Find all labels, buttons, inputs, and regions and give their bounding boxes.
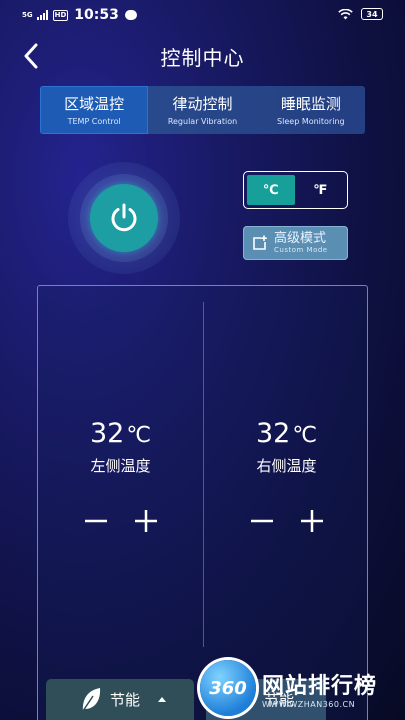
right-energy-button[interactable]: 节能	[206, 679, 326, 720]
status-time: 10:53	[74, 7, 119, 23]
right-temperature: 32℃	[204, 418, 369, 452]
right-temp-value: 32	[255, 418, 291, 449]
right-temp-unit: ℃	[292, 423, 318, 448]
left-energy-label: 节能	[110, 691, 141, 709]
wifi-icon	[338, 8, 353, 19]
custom-mode-button[interactable]: 高级模式 Custom Mode	[243, 226, 348, 260]
left-zone-label: 左侧温度	[90, 457, 151, 475]
leaf-icon	[82, 687, 101, 711]
page-title: 控制中心	[160, 46, 245, 70]
left-energy-button[interactable]: 节能	[46, 679, 194, 720]
tab-bar: 区域温控 TEMP Control 律动控制 Regular Vibration…	[40, 86, 365, 134]
left-zone: 32℃ 左侧温度	[38, 418, 203, 533]
power-icon	[111, 203, 137, 232]
left-increase-button[interactable]	[134, 509, 158, 533]
caret-up-icon	[158, 697, 167, 702]
tab-vibration[interactable]: 律动控制 Regular Vibration	[148, 86, 256, 134]
add-window-icon	[253, 235, 267, 250]
right-energy-label: 节能	[264, 691, 295, 709]
left-temp-value: 32	[89, 418, 125, 449]
right-increase-button[interactable]	[300, 509, 324, 533]
status-left: 5G HD 10:53	[22, 7, 137, 23]
status-bar: 5G HD 10:53 34	[0, 0, 405, 30]
tab-temp-control[interactable]: 区域温控 TEMP Control	[40, 86, 149, 134]
left-controls	[38, 509, 203, 533]
tab-sublabel: TEMP Control	[67, 116, 121, 126]
power-button[interactable]	[90, 184, 158, 252]
tab-label: 区域温控	[64, 94, 125, 113]
left-temperature: 32℃	[38, 418, 203, 452]
tab-sleep-monitoring[interactable]: 睡眠监测 Sleep Monitoring	[257, 86, 365, 134]
battery-level: 34	[366, 9, 378, 19]
signal-icon	[36, 10, 48, 20]
right-decrease-button[interactable]	[250, 509, 274, 533]
message-icon	[124, 10, 137, 20]
right-controls	[204, 509, 369, 533]
hd-badge: HD	[52, 9, 69, 21]
power-glow	[68, 162, 180, 274]
tab-sublabel: Sleep Monitoring	[277, 116, 345, 126]
tab-sublabel: Regular Vibration	[167, 116, 238, 126]
header: 控制中心	[0, 36, 405, 76]
battery-icon: 34	[361, 8, 383, 20]
status-right: 34	[338, 8, 383, 20]
left-decrease-button[interactable]	[84, 509, 108, 533]
right-zone: 32℃ 右侧温度	[204, 418, 369, 533]
celsius-option[interactable]: ℃	[247, 175, 295, 205]
network-type: 5G	[22, 11, 33, 19]
leaf-icon	[236, 687, 255, 711]
tab-label: 睡眠监测	[280, 94, 341, 113]
fahrenheit-option[interactable]: ℉	[297, 175, 345, 205]
unit-toggle: ℃ ℉	[243, 171, 348, 209]
custom-mode-sublabel: Custom Mode	[274, 246, 328, 254]
left-temp-unit: ℃	[126, 423, 152, 448]
temperature-panel: 32℃ 左侧温度 32℃ 右侧温度	[37, 285, 368, 720]
right-zone-label: 右侧温度	[256, 457, 317, 475]
custom-mode-label: 高级模式	[274, 231, 327, 246]
custom-mode-text: 高级模式 Custom Mode	[274, 231, 328, 255]
tab-label: 律动控制	[172, 94, 233, 113]
